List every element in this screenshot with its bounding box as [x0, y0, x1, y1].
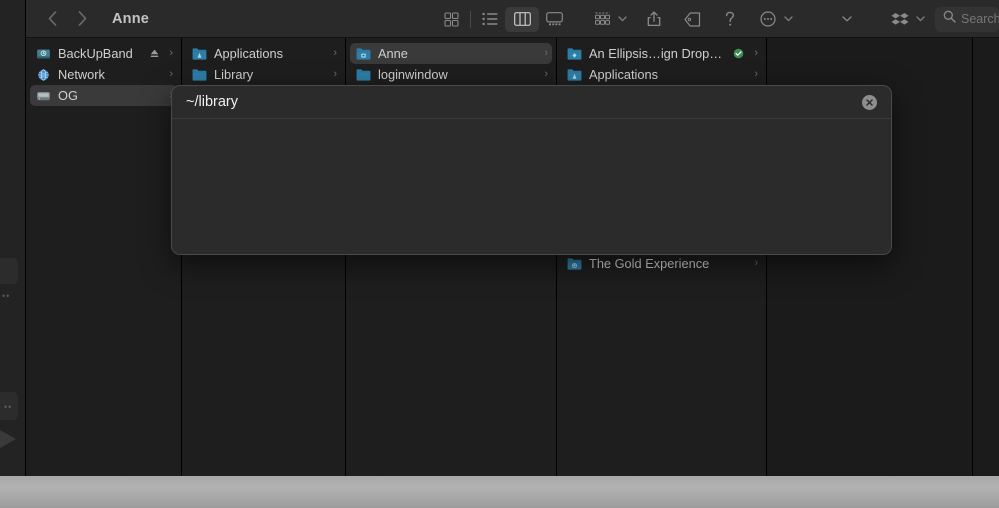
list-view-icon[interactable]: [475, 7, 505, 31]
column-item-label: An Ellipsis…ign Dropbox: [589, 46, 727, 61]
toolbar-divider: [470, 10, 471, 28]
clear-circle-icon[interactable]: [862, 94, 877, 110]
tag-icon[interactable]: [677, 7, 707, 31]
eject-icon[interactable]: [149, 48, 160, 59]
column-item[interactable]: An Ellipsis…ign Dropbox ›: [561, 43, 762, 64]
desktop: •• •• Anne Search BackUpBand › Network ›…: [0, 0, 999, 508]
dropbox-chevron-down-icon[interactable]: [913, 7, 927, 31]
background-dots: ••: [4, 402, 13, 412]
column-item-label: Anne: [378, 46, 408, 61]
group-by-chevron-down-icon[interactable]: [615, 7, 629, 31]
column-item[interactable]: loginwindow ›: [350, 64, 552, 85]
go-to-folder-dialog: [171, 85, 892, 255]
column-item-label: The Gold Experience: [589, 256, 710, 271]
action-menu-icon[interactable]: [753, 7, 783, 31]
folder-icon: [192, 68, 207, 82]
column-item-label: BackUpBand: [58, 46, 133, 61]
applications-folder-icon: [567, 68, 582, 82]
dropbox-icon[interactable]: [885, 7, 915, 31]
time-machine-disk-icon: [36, 47, 51, 61]
face-folder-icon: [567, 257, 582, 271]
action-menu-chevron-down-icon[interactable]: [781, 7, 795, 31]
share-icon[interactable]: [639, 7, 669, 31]
column-item[interactable]: OG›: [30, 85, 177, 106]
forward-button[interactable]: [74, 9, 90, 29]
search-input[interactable]: Search: [935, 6, 999, 32]
extra-menu-chevron-down-icon[interactable]: [839, 7, 855, 31]
group-by-icon[interactable]: [587, 7, 617, 31]
go-to-folder-input-row: [172, 86, 891, 119]
background-window-sliver: •• ••: [0, 0, 26, 476]
folder-icon: [356, 68, 371, 82]
finder-toolbar: Anne Search: [26, 0, 999, 38]
desktop-wallpaper-strip: [0, 476, 999, 508]
help-icon[interactable]: [715, 7, 745, 31]
background-dots: ••: [2, 291, 11, 301]
column-item[interactable]: Network ›: [30, 64, 177, 85]
window-title: Anne: [112, 10, 150, 27]
disclosure-chevron-icon: ›: [754, 257, 758, 269]
devices-column: BackUpBand › Network › OG›: [26, 38, 182, 476]
disclosure-chevron-icon: ›: [333, 47, 337, 59]
search-placeholder: Search: [961, 12, 999, 26]
column-item[interactable]: Applications ›: [186, 43, 341, 64]
home-folder-icon: [356, 47, 371, 61]
disclosure-chevron-icon: ›: [169, 68, 173, 80]
column-view-icon[interactable]: [505, 6, 539, 32]
hard-drive-icon: [36, 89, 51, 103]
back-button[interactable]: [44, 9, 60, 29]
search-icon: [943, 10, 956, 28]
column-item-label: loginwindow: [378, 67, 448, 82]
column-item[interactable]: Library ›: [186, 64, 341, 85]
disclosure-chevron-icon: ›: [169, 47, 173, 59]
go-to-folder-suggestions[interactable]: [172, 119, 891, 254]
column-item[interactable]: Applications ›: [561, 64, 762, 85]
nav-buttons: [44, 9, 90, 29]
background-chip: [0, 258, 18, 284]
disclosure-chevron-icon: ›: [544, 68, 548, 80]
dropbox-synced-check-icon: [733, 48, 744, 59]
column-item[interactable]: The Gold Experience ›: [561, 253, 762, 274]
toolbar-right-group: Search: [436, 0, 999, 38]
column-item-label: OG: [58, 88, 78, 103]
applications-folder-icon: [192, 47, 207, 61]
column-item-label: Network: [58, 67, 105, 82]
dropbox-folder-icon: [567, 47, 582, 61]
column-item[interactable]: Anne ›: [350, 43, 552, 64]
column-item-label: Library: [214, 67, 254, 82]
background-triangle-icon: [0, 430, 16, 448]
disclosure-chevron-icon: ›: [754, 68, 758, 80]
disclosure-chevron-icon: ›: [544, 47, 548, 59]
go-to-folder-input[interactable]: [186, 94, 862, 110]
disclosure-chevron-icon: ›: [754, 47, 758, 59]
gallery-view-icon[interactable]: [539, 7, 569, 31]
column-item-label: Applications: [589, 67, 659, 82]
grid-view-icon[interactable]: [436, 7, 466, 31]
column-item[interactable]: BackUpBand ›: [30, 43, 177, 64]
column-item-label: Applications: [214, 46, 284, 61]
network-globe-icon: [36, 68, 51, 82]
disclosure-chevron-icon: ›: [333, 68, 337, 80]
